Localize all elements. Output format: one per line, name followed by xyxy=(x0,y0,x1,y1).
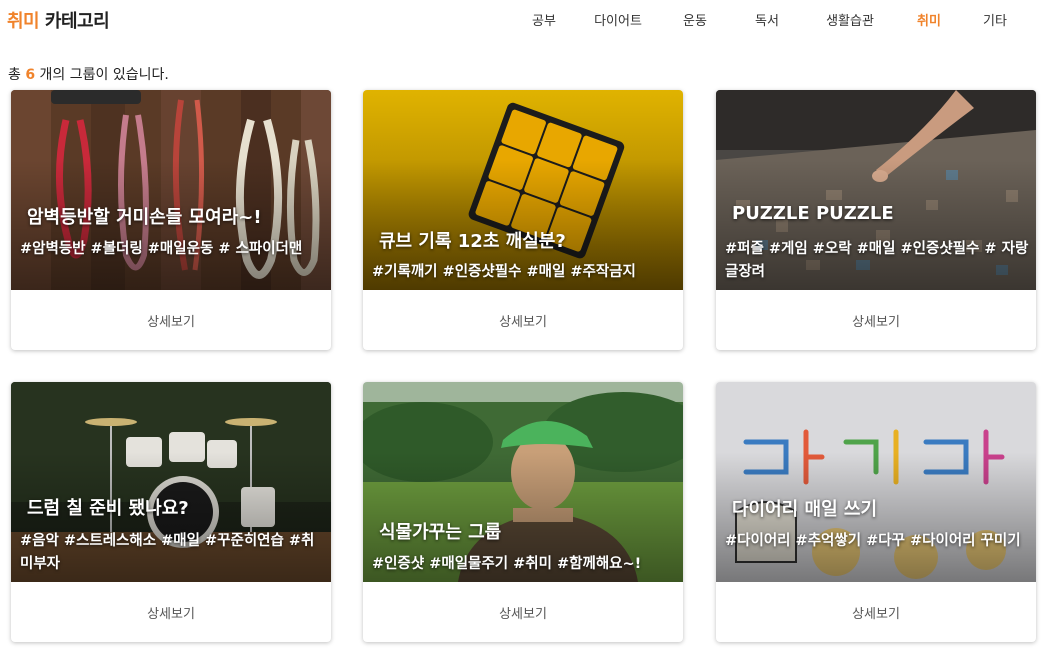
group-title: 암벽등반할 거미손들 모여라~! xyxy=(27,207,262,228)
group-tags: #다이어리 #추억쌓기 #다꾸 #다이어리 꾸미기 xyxy=(725,533,1021,549)
detail-button[interactable]: 상세보기 xyxy=(363,582,683,642)
detail-button[interactable]: 상세보기 xyxy=(11,582,331,642)
top-bar: 취미 카테고리 공부 다이어트 운동 독서 생활습관 취미 기타 xyxy=(0,0,1049,40)
nav-item-hobby[interactable]: 취미 xyxy=(895,10,963,29)
page-title-suffix: 카테고리 xyxy=(39,11,110,32)
nav-item-reading[interactable]: 독서 xyxy=(729,10,805,29)
nav-item-etc[interactable]: 기타 xyxy=(963,10,1027,29)
group-title: 큐브 기록 12초 깨실분? xyxy=(379,231,566,252)
summary-suffix: 개의 그룹이 있습니다. xyxy=(35,67,169,83)
group-card[interactable]: 다이어리 매일 쓰기 #다이어리 #추억쌓기 #다꾸 #다이어리 꾸미기 상세보… xyxy=(716,382,1036,642)
detail-button[interactable]: 상세보기 xyxy=(11,290,331,350)
group-title: 드럼 칠 준비 됐나요? xyxy=(27,498,189,519)
category-nav: 공부 다이어트 운동 독서 생활습관 취미 기타 xyxy=(513,10,1027,29)
nav-item-study[interactable]: 공부 xyxy=(513,10,575,29)
group-title: 다이어리 매일 쓰기 xyxy=(732,499,878,520)
nav-item-diet[interactable]: 다이어트 xyxy=(575,10,661,29)
group-card[interactable]: 드럼 칠 준비 됐나요? #음악 #스트레스해소 #매일 #꾸준히연습 #취미부… xyxy=(11,382,331,642)
nav-item-habits[interactable]: 생활습관 xyxy=(805,10,895,29)
detail-button[interactable]: 상세보기 xyxy=(716,582,1036,642)
group-tags: #암벽등반 #볼더링 #매일운동 # 스파이더맨 xyxy=(20,241,303,257)
detail-button[interactable]: 상세보기 xyxy=(716,290,1036,350)
group-tags: #퍼즐 #게임 #오락 #매일 #인증샷필수 # 자랑글장려 xyxy=(725,241,1029,280)
group-tags: #음악 #스트레스해소 #매일 #꾸준히연습 #취미부자 xyxy=(20,533,315,572)
group-title: 식물가꾸는 그룹 xyxy=(379,522,502,543)
group-tags: #인증샷 #매일물주기 #취미 #함께해요~! xyxy=(372,556,642,572)
group-tags: #기록깨기 #인증샷필수 #매일 #주작금지 xyxy=(372,264,636,280)
group-count: 6 xyxy=(25,67,36,83)
group-card[interactable]: 큐브 기록 12초 깨실분? #기록깨기 #인증샷필수 #매일 #주작금지 상세… xyxy=(363,90,683,350)
group-card[interactable]: 식물가꾸는 그룹 #인증샷 #매일물주기 #취미 #함께해요~! 상세보기 xyxy=(363,382,683,642)
detail-button[interactable]: 상세보기 xyxy=(363,290,683,350)
group-card[interactable]: PUZZLE PUZZLE #퍼즐 #게임 #오락 #매일 #인증샷필수 # 자… xyxy=(716,90,1036,350)
nav-item-exercise[interactable]: 운동 xyxy=(661,10,729,29)
page-title: 취미 카테고리 xyxy=(7,7,110,33)
summary-prefix: 총 xyxy=(8,67,26,83)
group-title: PUZZLE PUZZLE xyxy=(732,203,894,224)
group-count-summary: 총 6 개의 그룹이 있습니다. xyxy=(8,64,169,84)
page-title-category: 취미 xyxy=(7,11,40,32)
group-card[interactable]: 암벽등반할 거미손들 모여라~! #암벽등반 #볼더링 #매일운동 # 스파이더… xyxy=(11,90,331,350)
